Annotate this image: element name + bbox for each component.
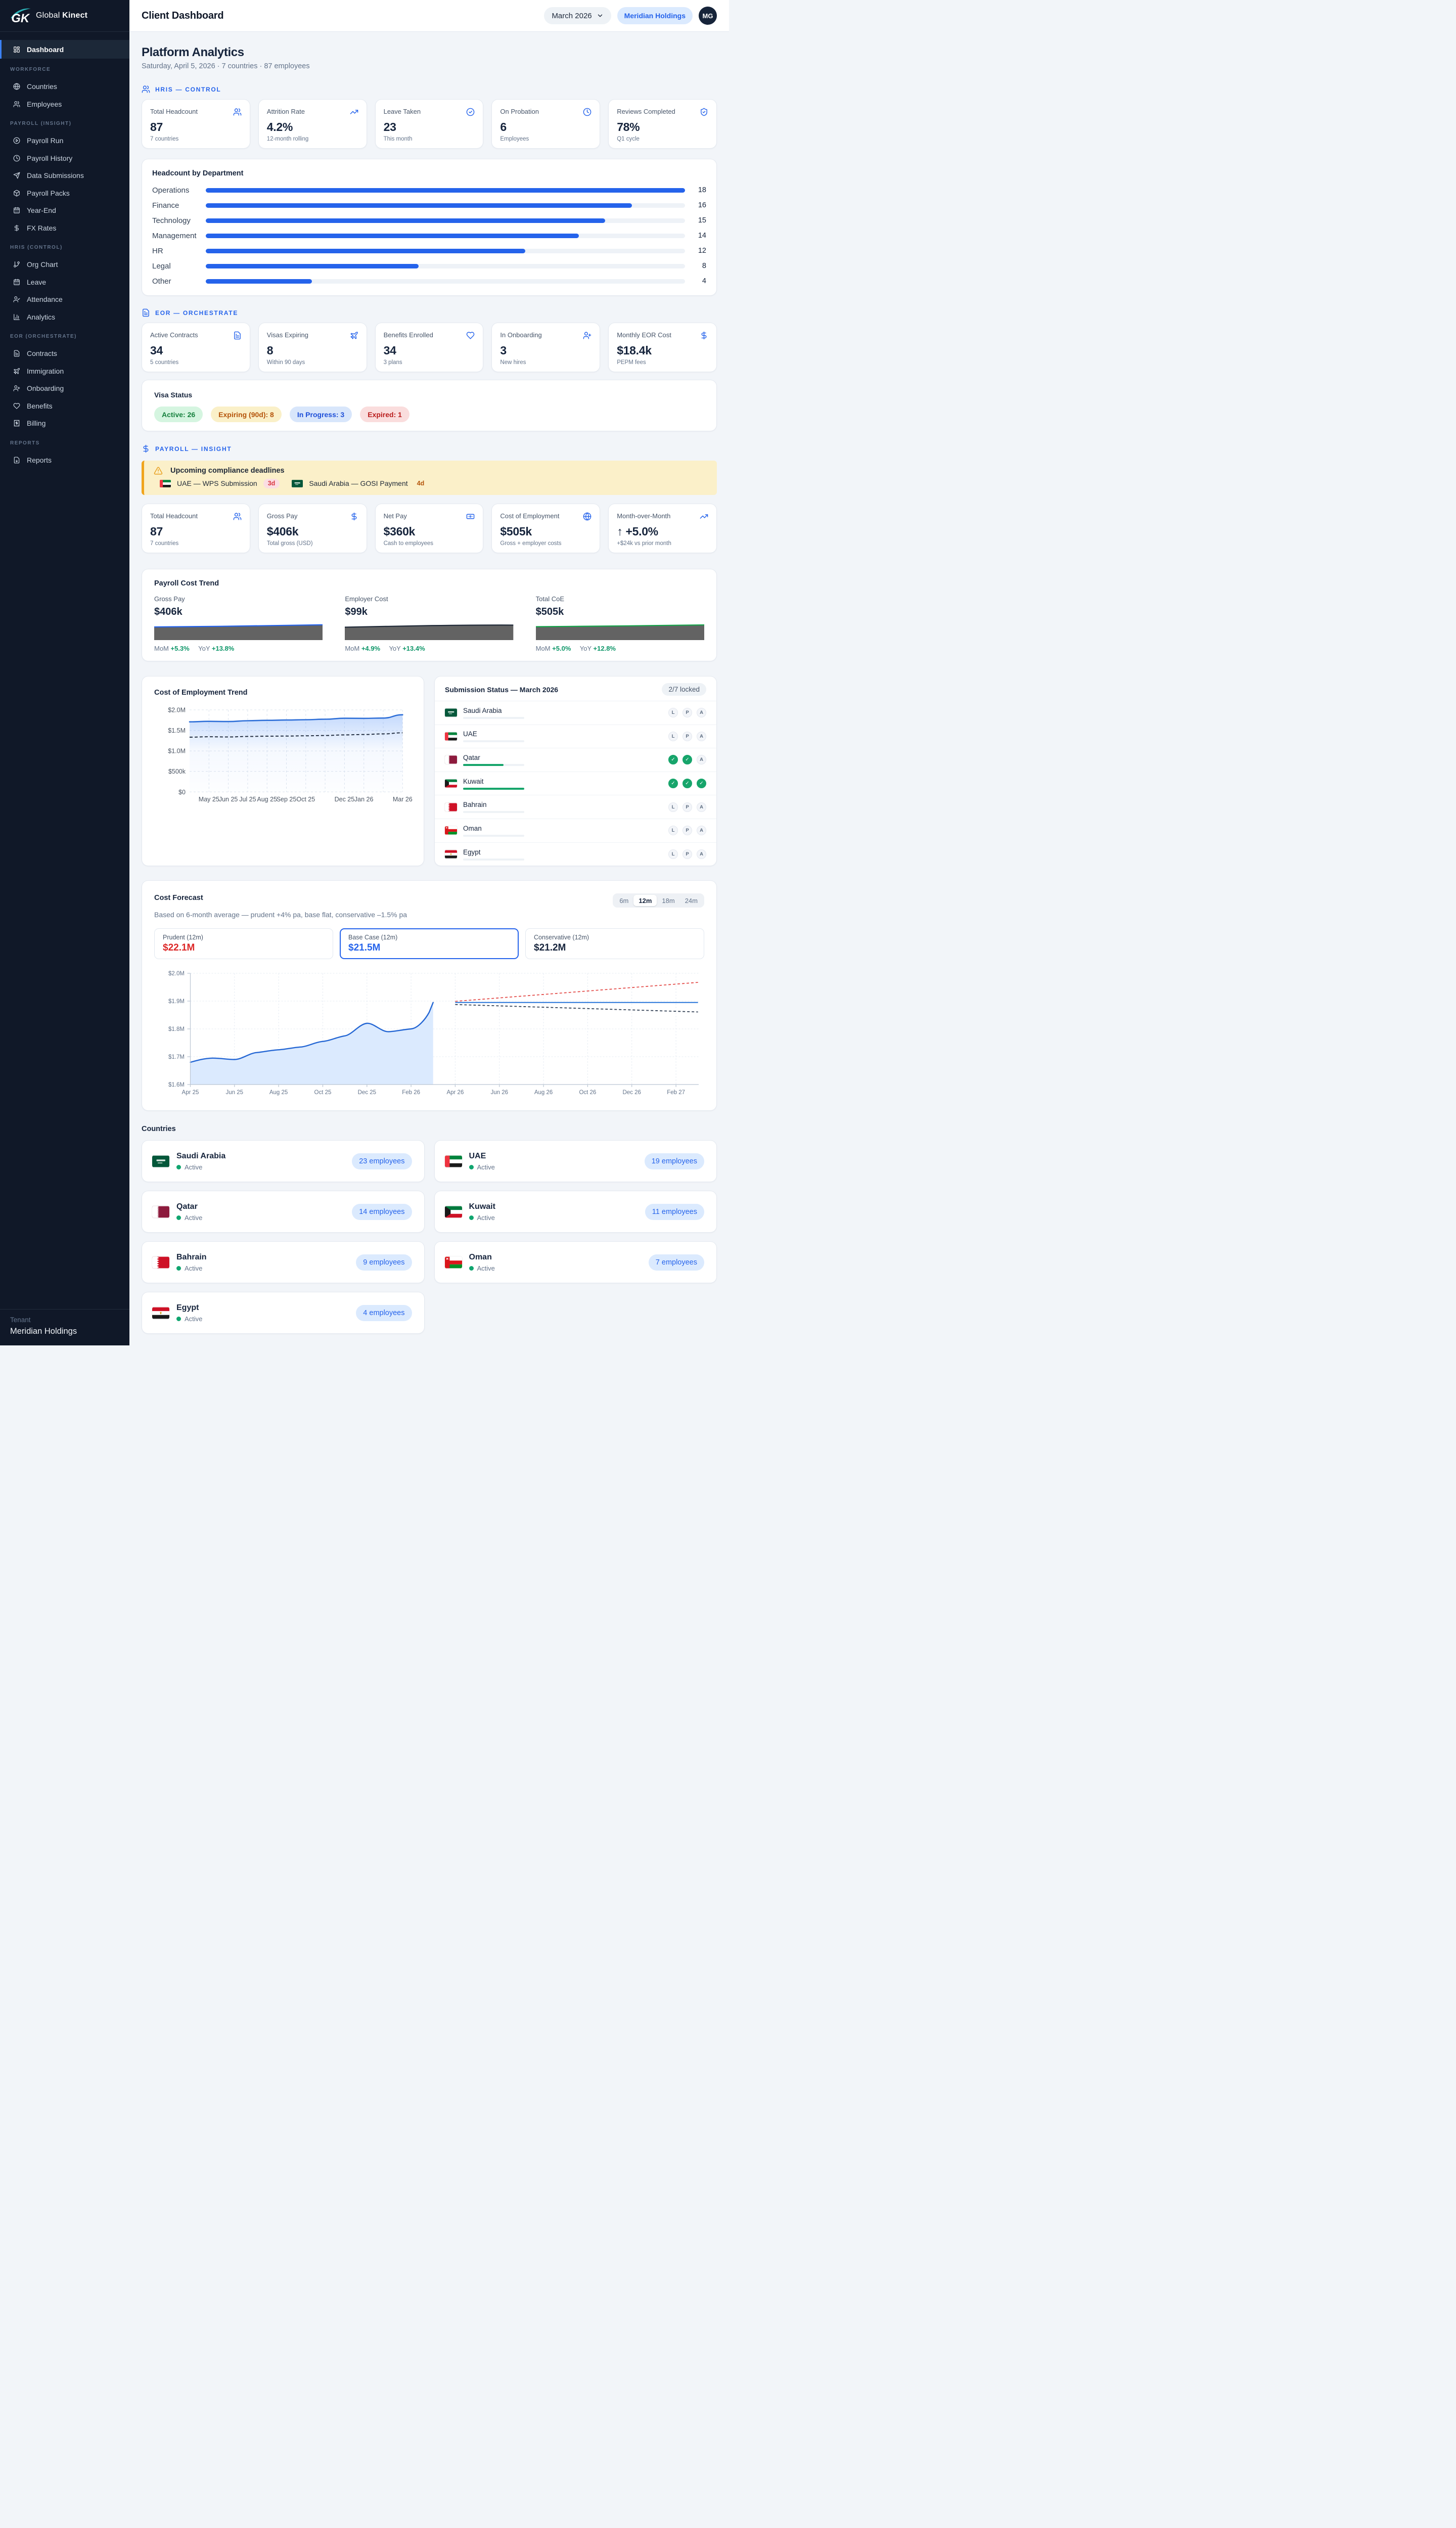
svg-text:Oct 26: Oct 26 <box>579 1090 596 1096</box>
svg-text:May 25: May 25 <box>199 796 219 803</box>
svg-text:Dec 25: Dec 25 <box>358 1090 376 1096</box>
svg-text:Feb 27: Feb 27 <box>667 1090 685 1096</box>
svg-text:Aug 26: Aug 26 <box>534 1090 553 1096</box>
svg-text:$1.9M: $1.9M <box>168 999 185 1005</box>
svg-text:Jan 26: Jan 26 <box>354 796 374 803</box>
svg-text:Jun 25: Jun 25 <box>226 1090 244 1096</box>
svg-text:$0: $0 <box>178 789 186 796</box>
svg-text:$1.0M: $1.0M <box>168 748 186 755</box>
svg-text:$1.8M: $1.8M <box>168 1026 185 1032</box>
svg-text:Jun 26: Jun 26 <box>491 1090 509 1096</box>
svg-text:Feb 26: Feb 26 <box>402 1090 420 1096</box>
svg-text:$1.7M: $1.7M <box>168 1054 185 1060</box>
svg-text:Oct 25: Oct 25 <box>296 796 315 803</box>
svg-text:$2.0M: $2.0M <box>168 707 186 714</box>
svg-text:Mar 26: Mar 26 <box>393 796 413 803</box>
svg-text:$500k: $500k <box>168 768 186 775</box>
svg-text:Aug 25: Aug 25 <box>257 796 277 803</box>
svg-text:Jun 25: Jun 25 <box>219 796 238 803</box>
svg-text:Jul 25: Jul 25 <box>239 796 256 803</box>
svg-text:Dec 26: Dec 26 <box>622 1090 641 1096</box>
svg-text:$1.5M: $1.5M <box>168 727 186 734</box>
svg-text:$2.0M: $2.0M <box>168 971 185 977</box>
svg-text:Dec 25: Dec 25 <box>335 796 355 803</box>
svg-text:$1.6M: $1.6M <box>168 1082 185 1088</box>
svg-text:GK: GK <box>11 11 30 23</box>
svg-text:Apr 26: Apr 26 <box>446 1090 464 1096</box>
svg-text:Sep 25: Sep 25 <box>277 796 297 803</box>
svg-text:Apr 25: Apr 25 <box>182 1090 199 1096</box>
svg-text:Aug 25: Aug 25 <box>269 1090 288 1096</box>
svg-text:Oct 25: Oct 25 <box>314 1090 332 1096</box>
